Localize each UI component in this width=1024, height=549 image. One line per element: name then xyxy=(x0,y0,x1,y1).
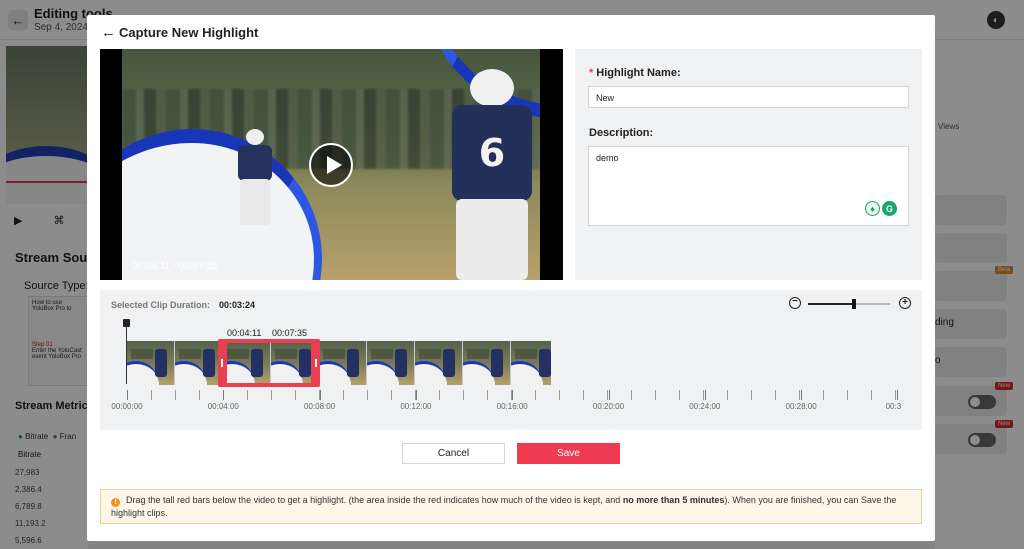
thumbnail xyxy=(367,341,415,385)
ruler-tick-label: 00:28:00 xyxy=(785,402,817,411)
ruler-major-tick xyxy=(608,390,610,400)
description-label: Description: xyxy=(589,127,654,139)
thumbnail xyxy=(127,341,175,385)
selection-range[interactable] xyxy=(218,339,320,387)
ruler-tick-label: 00:16:00 xyxy=(496,402,528,411)
ruler-tick-label: 00:12:00 xyxy=(400,402,432,411)
modal-title: Capture New Highlight xyxy=(119,25,259,40)
ruler-major-tick xyxy=(127,390,128,400)
player-time: 00:04:11 / 00:07:35 xyxy=(132,261,218,272)
ruler-major-tick xyxy=(897,390,899,400)
ruler-major-tick xyxy=(512,390,514,400)
selection-end-time: 00:07:35 xyxy=(272,328,308,338)
thumbnail xyxy=(319,341,367,385)
ruler-tick-label: 00:24:00 xyxy=(689,402,721,411)
save-button[interactable]: Save xyxy=(517,443,620,464)
highlight-form: * Highlight Name: New Description: demo ♦… xyxy=(575,49,922,280)
thumbnail xyxy=(415,341,463,385)
ruler-major-tick xyxy=(415,390,417,400)
time-ruler[interactable] xyxy=(127,390,907,400)
jersey-number: 6 xyxy=(452,105,532,201)
zoom-slider-knob[interactable] xyxy=(851,299,856,309)
thumbnail xyxy=(463,341,511,385)
highlight-name-label-text: Highlight Name: xyxy=(596,67,681,79)
warning-icon: ! xyxy=(111,498,120,507)
ruler-major-tick xyxy=(801,390,803,400)
video-player[interactable]: 6 00:04:11 / 00:07:35 xyxy=(100,49,563,280)
cancel-button[interactable]: Cancel xyxy=(402,443,505,464)
thumbnail-strip[interactable] xyxy=(127,341,551,385)
grammarly-icon[interactable]: G xyxy=(882,201,897,216)
zoom-in-icon[interactable]: + xyxy=(899,297,911,309)
notice-bold-text: no more than 5 minutes xyxy=(622,495,725,505)
timeline-editor: Selected Clip Duration: 00:03:24 − + 00:… xyxy=(100,290,922,430)
play-icon[interactable] xyxy=(309,143,353,187)
back-arrow-icon[interactable]: ← xyxy=(101,24,116,41)
instruction-notice: ! Drag the tall red bars below the video … xyxy=(100,489,922,524)
zoom-slider[interactable] xyxy=(808,299,890,309)
ruler-major-tick xyxy=(704,390,706,400)
zoom-slider-fill xyxy=(808,303,854,305)
capture-highlight-modal: ← Capture New Highlight 6 00:04:11 / 00:… xyxy=(87,15,935,541)
ruler-tick-label: 00:3 xyxy=(885,402,902,411)
ruler-major-tick xyxy=(223,390,225,400)
thumbnail xyxy=(511,341,551,385)
zoom-out-icon[interactable]: − xyxy=(789,297,801,309)
ruler-tick-label: 00:04:00 xyxy=(207,402,239,411)
ruler-tick-label: 00:20:00 xyxy=(592,402,625,411)
notice-text: Drag the tall red bars below the video t… xyxy=(126,495,623,505)
highlight-name-input[interactable]: New xyxy=(588,86,909,108)
description-text: demo xyxy=(596,153,619,163)
grammarly-widget[interactable]: ♦ G xyxy=(865,201,899,219)
ruler-major-tick xyxy=(319,390,321,400)
selection-end-handle[interactable] xyxy=(315,359,317,367)
selection-start-time: 00:04:11 xyxy=(227,328,262,338)
thumbnail xyxy=(175,341,223,385)
duration-value: 00:03:24 xyxy=(219,300,256,310)
description-input[interactable]: demo ♦ G xyxy=(588,146,909,226)
duration-label: Selected Clip Duration: xyxy=(111,300,211,310)
selection-start-handle[interactable] xyxy=(221,359,223,367)
lightbulb-icon[interactable]: ♦ xyxy=(865,201,880,216)
ruler-tick-label: 00:00:00 xyxy=(111,402,143,411)
highlight-name-label: * Highlight Name: xyxy=(589,67,681,79)
ruler-tick-label: 00:08:00 xyxy=(304,402,336,411)
